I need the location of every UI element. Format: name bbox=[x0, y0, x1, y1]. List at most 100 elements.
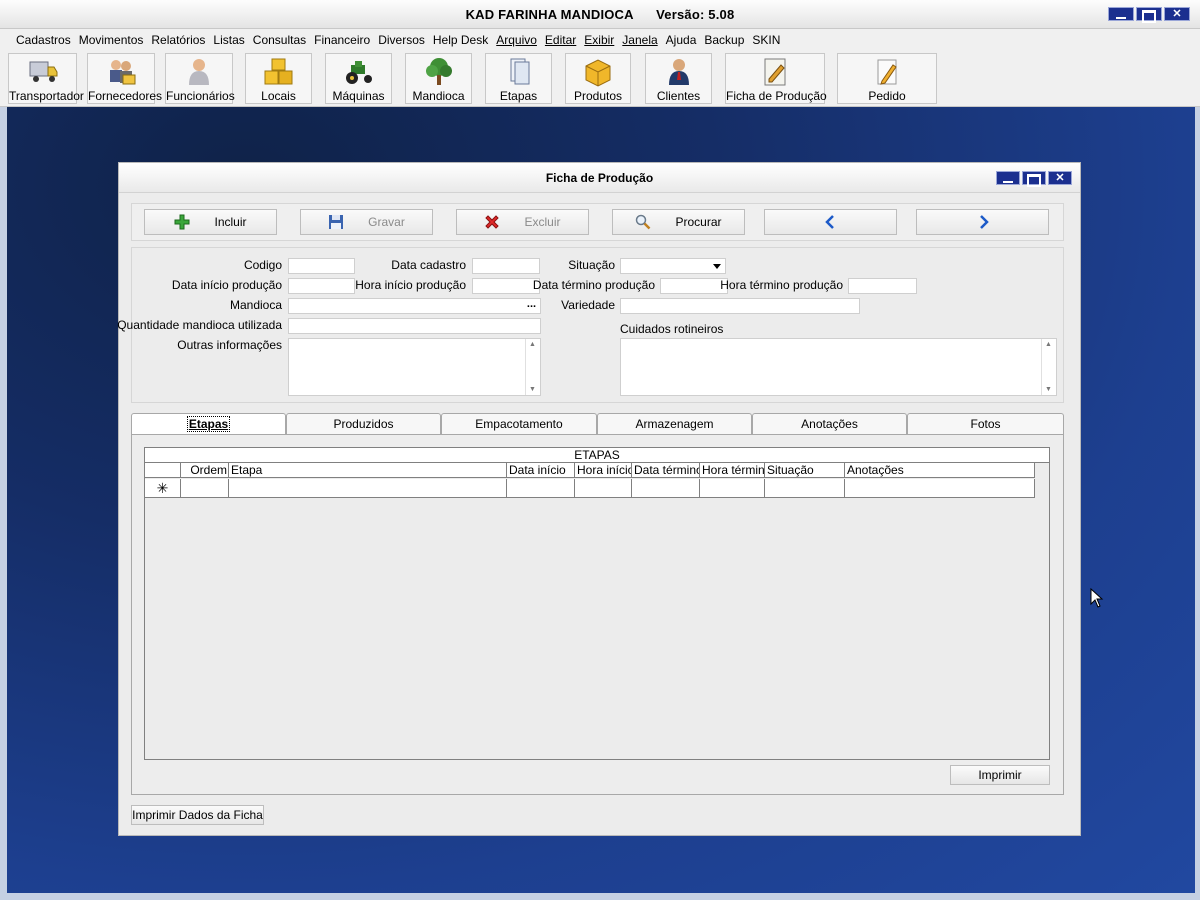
tab-anotacoes[interactable]: Anotações bbox=[752, 413, 907, 434]
textarea-scrollbar[interactable] bbox=[1041, 339, 1056, 395]
grid-cell-hora-inicio[interactable] bbox=[575, 479, 632, 497]
toolbar-mandioca-button[interactable]: Mandioca bbox=[405, 53, 472, 104]
column-header-data-inicio[interactable]: Data início bbox=[507, 463, 575, 477]
column-header-hora-termino[interactable]: Hora término bbox=[700, 463, 765, 477]
toolbar-produtos-button[interactable]: Produtos bbox=[565, 53, 631, 104]
toolbar-label: Mandioca bbox=[412, 89, 465, 103]
toolbar-transportador-button[interactable]: Transportador bbox=[8, 53, 84, 104]
employee-icon bbox=[189, 59, 209, 85]
tab-armazenagem[interactable]: Armazenagem bbox=[597, 413, 752, 434]
child-window-controls bbox=[996, 171, 1072, 185]
imprimir-button[interactable]: Imprimir bbox=[950, 765, 1050, 785]
toolbar-pedido-button[interactable]: Pedido bbox=[837, 53, 937, 104]
chevron-down-icon[interactable] bbox=[710, 260, 724, 272]
menu-skin[interactable]: SKIN bbox=[748, 33, 784, 47]
toolbar-maquinas-button[interactable]: Máquinas bbox=[325, 53, 392, 104]
next-record-button[interactable] bbox=[916, 209, 1049, 235]
outras-informacoes-textarea[interactable] bbox=[288, 338, 541, 396]
menu-financeiro[interactable]: Financeiro bbox=[310, 33, 374, 47]
menu-exibir[interactable]: Exibir bbox=[580, 33, 618, 47]
boxes-icon bbox=[264, 58, 292, 85]
menu-ajuda[interactable]: Ajuda bbox=[662, 33, 701, 47]
hora-termino-label: Hora término produção bbox=[720, 278, 843, 292]
lookup-ellipsis-button[interactable]: ... bbox=[524, 299, 539, 313]
menu-arquivo[interactable]: Arquivo bbox=[492, 33, 541, 47]
menu-cadastros[interactable]: Cadastros bbox=[12, 33, 75, 47]
column-header-etapa[interactable]: Etapa bbox=[229, 463, 507, 477]
excluir-button[interactable]: Excluir bbox=[456, 209, 589, 235]
gravar-label: Gravar bbox=[368, 215, 405, 229]
save-icon bbox=[329, 215, 344, 229]
toolbar-locais-button[interactable]: Locais bbox=[245, 53, 312, 104]
grid-cell-ordem[interactable] bbox=[181, 479, 229, 497]
grid-cell-anotacoes[interactable] bbox=[845, 479, 1035, 497]
data-termino-field[interactable] bbox=[660, 278, 728, 294]
record-toolbar: Incluir Gravar Excluir Procurar bbox=[131, 203, 1064, 241]
toolbar-fornecedores-button[interactable]: Fornecedores bbox=[87, 53, 162, 104]
hora-termino-field[interactable] bbox=[848, 278, 917, 294]
child-close-button[interactable] bbox=[1048, 171, 1072, 185]
quantidade-field[interactable] bbox=[288, 318, 541, 334]
menu-help-desk[interactable]: Help Desk bbox=[429, 33, 492, 47]
hora-inicio-field[interactable] bbox=[472, 278, 540, 294]
minimize-button[interactable] bbox=[1108, 7, 1134, 21]
variedade-field[interactable] bbox=[620, 298, 860, 314]
column-header-situacao[interactable]: Situação bbox=[765, 463, 845, 477]
mandioca-label: Mandioca bbox=[229, 298, 282, 312]
tractor-icon bbox=[345, 61, 372, 84]
textarea-scrollbar[interactable] bbox=[525, 339, 540, 395]
truck-icon bbox=[29, 61, 57, 82]
close-button[interactable] bbox=[1164, 7, 1190, 21]
column-header-data-termino[interactable]: Data término bbox=[632, 463, 700, 477]
column-header-anotacoes[interactable]: Anotações bbox=[845, 463, 1035, 477]
gravar-button[interactable]: Gravar bbox=[300, 209, 433, 235]
grid-cell-data-termino[interactable] bbox=[632, 479, 700, 497]
grid-cell-hora-termino[interactable] bbox=[700, 479, 765, 497]
toolbar-label: Máquinas bbox=[332, 89, 385, 103]
tab-etapas[interactable]: Etapas bbox=[131, 413, 286, 435]
data-inicio-field[interactable] bbox=[288, 278, 355, 294]
menu-editar[interactable]: Editar bbox=[541, 33, 580, 47]
data-inicio-label: Data início produção bbox=[171, 278, 282, 292]
etapas-grid[interactable]: ETAPAS Ordem Etapa Data início Hora iníc… bbox=[144, 447, 1050, 760]
data-termino-label: Data término produção bbox=[532, 278, 655, 292]
cuidados-rotineiros-textarea[interactable] bbox=[620, 338, 1057, 396]
child-maximize-button[interactable] bbox=[1022, 171, 1046, 185]
frame-edge bbox=[1195, 107, 1200, 900]
toolbar-label: Funcionários bbox=[166, 89, 235, 103]
grid-cell-etapa[interactable] bbox=[229, 479, 507, 497]
menu-consultas[interactable]: Consultas bbox=[249, 33, 310, 47]
grid-cell-data-inicio[interactable] bbox=[507, 479, 575, 497]
grid-header-row: Ordem Etapa Data início Hora início Data… bbox=[145, 463, 1035, 478]
data-cadastro-label: Data cadastro bbox=[391, 258, 466, 272]
toolbar-etapas-button[interactable]: Etapas bbox=[485, 53, 552, 104]
toolbar-funcionarios-button[interactable]: Funcionários bbox=[165, 53, 235, 104]
chevron-right-icon bbox=[979, 215, 989, 229]
menu-backup[interactable]: Backup bbox=[700, 33, 748, 47]
menu-movimentos[interactable]: Movimentos bbox=[75, 33, 148, 47]
tab-produzidos[interactable]: Produzidos bbox=[286, 413, 441, 434]
maximize-button[interactable] bbox=[1136, 7, 1162, 21]
codigo-field[interactable] bbox=[288, 258, 355, 274]
menu-diversos[interactable]: Diversos bbox=[374, 33, 429, 47]
imprimir-dados-ficha-button[interactable]: Imprimir Dados da Ficha bbox=[131, 805, 264, 825]
menu-listas[interactable]: Listas bbox=[209, 33, 248, 47]
toolbar-clientes-button[interactable]: Clientes bbox=[645, 53, 712, 104]
tab-fotos[interactable]: Fotos bbox=[907, 413, 1064, 434]
grid-cell-situacao[interactable] bbox=[765, 479, 845, 497]
previous-record-button[interactable] bbox=[764, 209, 897, 235]
menu-janela[interactable]: Janela bbox=[618, 33, 661, 47]
tab-empacotamento[interactable]: Empacotamento bbox=[441, 413, 597, 434]
toolbar-ficha-producao-button[interactable]: Ficha de Produção bbox=[725, 53, 827, 104]
data-cadastro-field[interactable] bbox=[472, 258, 540, 274]
mandioca-field[interactable]: ... bbox=[288, 298, 541, 314]
grid-new-row[interactable]: ✳ bbox=[145, 479, 1035, 498]
child-minimize-button[interactable] bbox=[996, 171, 1020, 185]
incluir-button[interactable]: Incluir bbox=[144, 209, 277, 235]
procurar-button[interactable]: Procurar bbox=[612, 209, 745, 235]
menu-relatorios[interactable]: Relatórios bbox=[147, 33, 209, 47]
chevron-left-icon bbox=[824, 215, 834, 229]
column-header-ordem[interactable]: Ordem bbox=[181, 463, 229, 477]
situacao-select[interactable] bbox=[620, 258, 726, 274]
column-header-hora-inicio[interactable]: Hora início bbox=[575, 463, 632, 477]
